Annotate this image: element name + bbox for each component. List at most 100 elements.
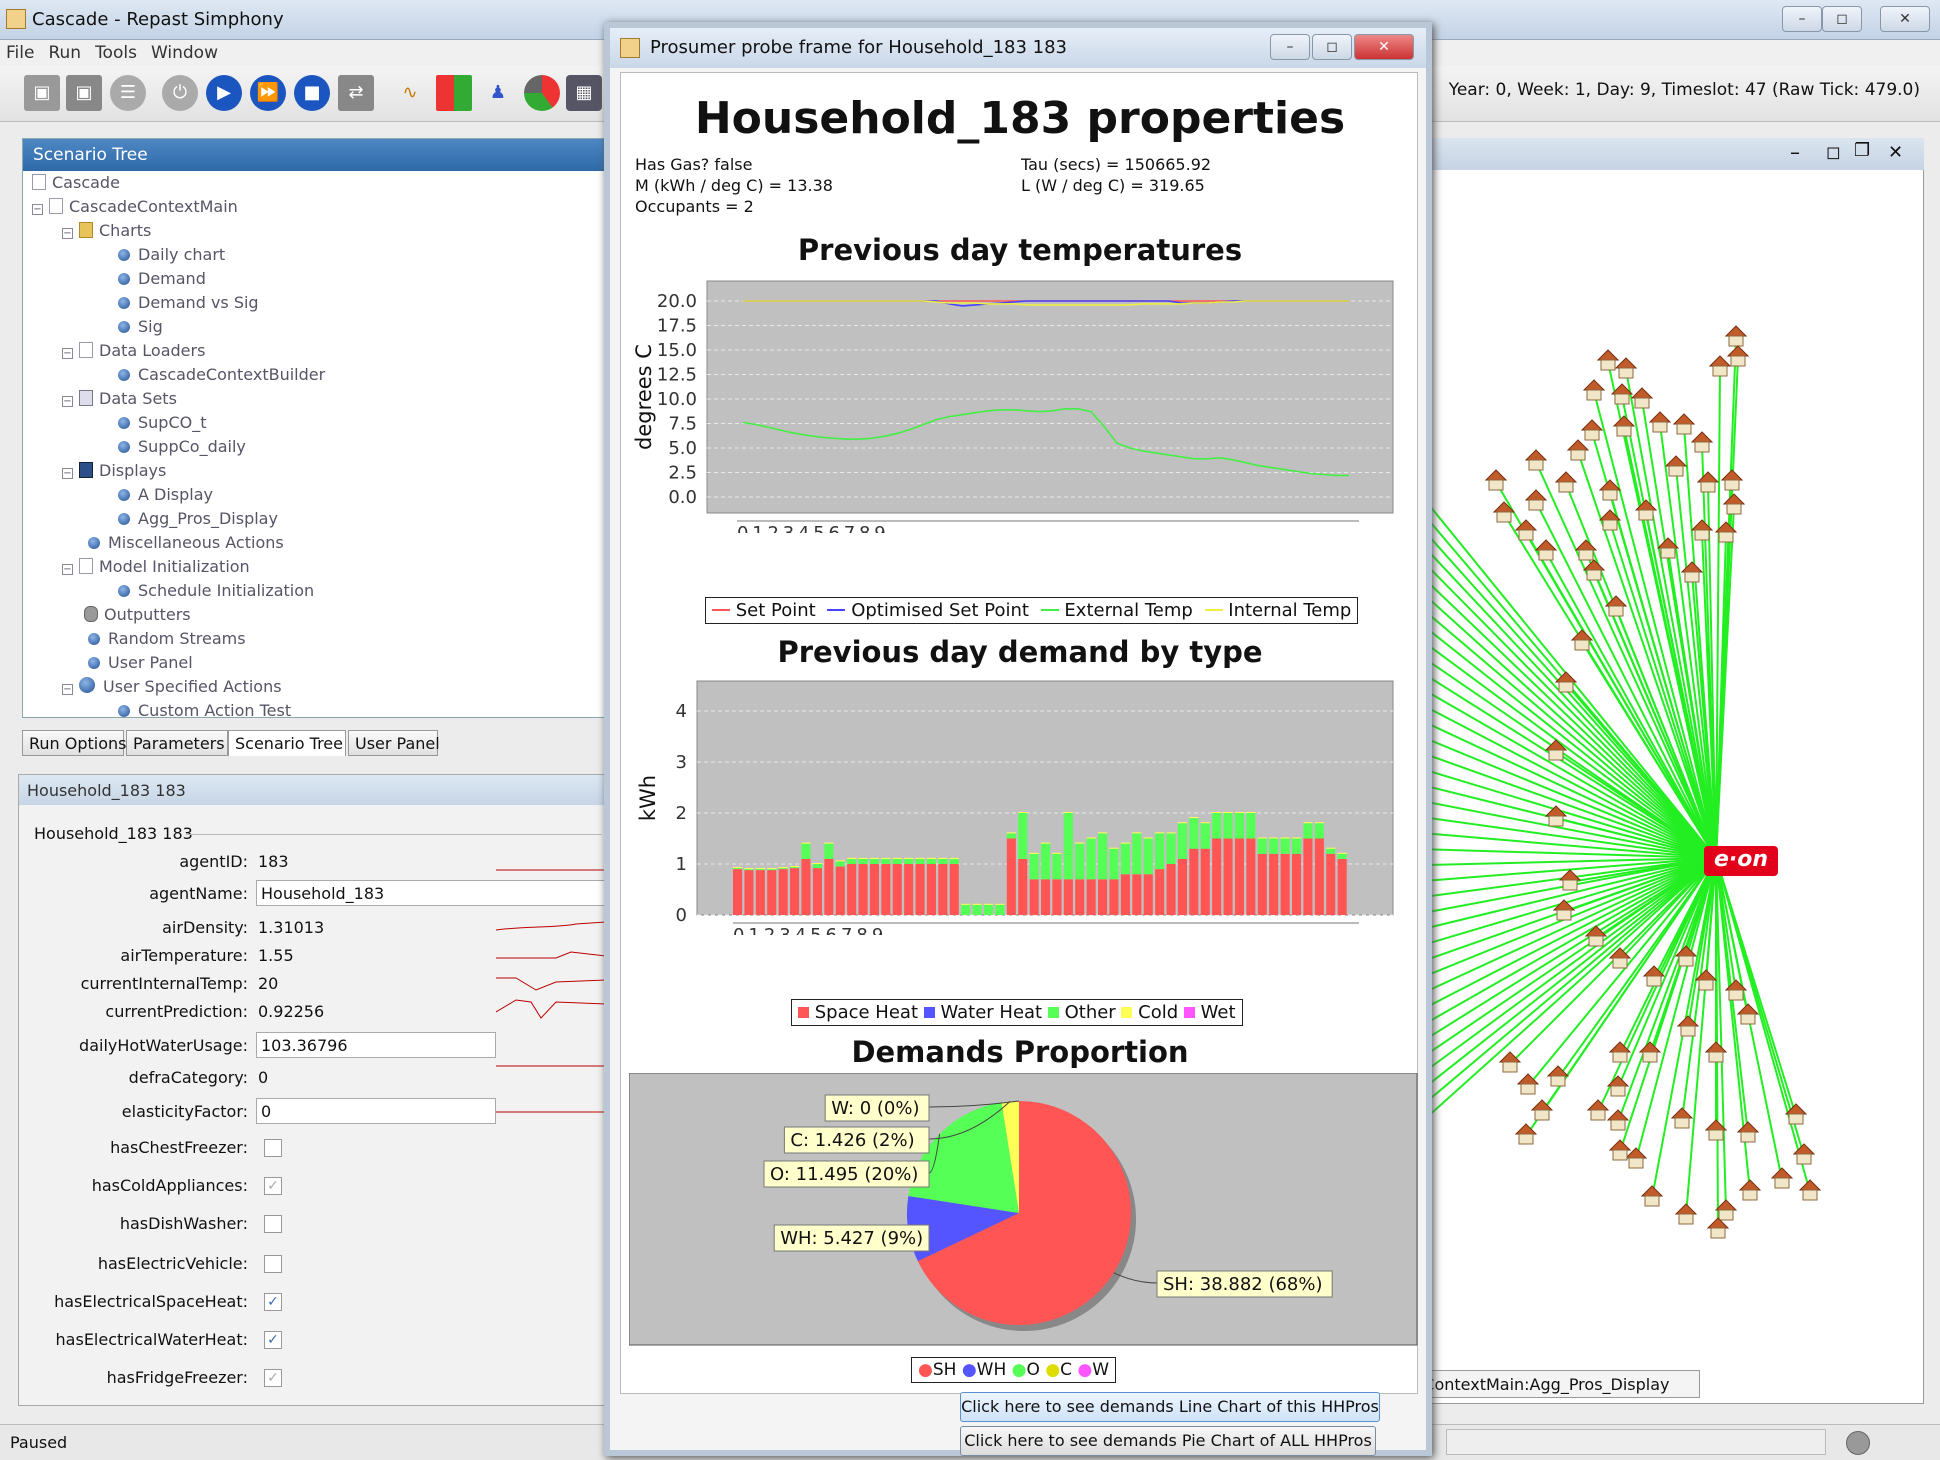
tree-item-random-streams[interactable]: Random Streams	[88, 629, 246, 648]
stop-icon[interactable]: ■	[294, 75, 330, 111]
step-icon[interactable]: ⏩	[250, 75, 286, 111]
display-tab[interactable]: leContextMain:Agg_Pros_Display	[1400, 1370, 1700, 1398]
demand-chart-title: Previous day demand by type	[777, 635, 1263, 669]
tab-parameters[interactable]: Parameters	[126, 730, 228, 756]
daily-hot-water-field[interactable]: 103.36796	[256, 1032, 496, 1058]
line-chart-button[interactable]: Click here to see demands Line Chart of …	[960, 1392, 1380, 1422]
has-chest-freezer-checkbox[interactable]	[264, 1139, 282, 1157]
tree-item-schedule-init[interactable]: Schedule Initialization	[118, 581, 314, 600]
tree-item-daily-chart[interactable]: Daily chart	[118, 245, 225, 264]
reset-icon[interactable]: ⇄	[338, 75, 374, 111]
info-tau: Tau (secs) = 150665.92	[1021, 155, 1212, 174]
maximize-icon[interactable]: ◻	[1826, 142, 1841, 163]
color-grid-icon[interactable]	[436, 75, 472, 111]
tree-item-suppco-daily[interactable]: SuppCo_daily	[118, 437, 246, 456]
menu-tools[interactable]: Tools	[89, 40, 145, 63]
legend-set-point: Set Point	[735, 600, 816, 621]
tree-item-displays[interactable]: − Displays	[62, 461, 166, 480]
tree-item-sig[interactable]: Sig	[118, 317, 163, 336]
tree-item-demand-vs-sig[interactable]: Demand vs Sig	[118, 293, 259, 312]
house-icon	[1714, 1199, 1738, 1221]
collapse-icon[interactable]: −	[62, 228, 73, 239]
bar-space-heat	[767, 870, 777, 915]
legend-swatch-ext	[1040, 609, 1059, 611]
probe-minimize-button[interactable]: –	[1270, 34, 1310, 60]
tree-item-cascade[interactable]: Cascade	[32, 173, 120, 192]
collapse-icon[interactable]: −	[32, 204, 43, 215]
collapse-icon[interactable]: −	[62, 348, 73, 359]
tree-item-a-display[interactable]: A Display	[118, 485, 213, 504]
tab-scenario-tree[interactable]: Scenario Tree	[228, 730, 346, 756]
tree-item-outputters[interactable]: Outputters	[84, 605, 191, 624]
close-button[interactable]: ✕	[1880, 6, 1930, 32]
chart-line-icon[interactable]: ∿	[392, 75, 428, 111]
bar-cold	[1086, 837, 1096, 839]
info-icon[interactable]	[1846, 1431, 1870, 1455]
pie-icon[interactable]	[524, 75, 560, 111]
probe-close-button[interactable]: ✕	[1354, 34, 1414, 60]
probe-maximize-button[interactable]: ◻	[1312, 34, 1352, 60]
tab-run-options[interactable]: Run Options	[22, 730, 127, 756]
edge	[1541, 857, 1717, 1113]
tree-item-context-builder[interactable]: CascadeContextBuilder	[118, 365, 325, 384]
save-icon[interactable]: ▣	[24, 75, 60, 111]
elasticity-factor-field[interactable]: 0	[256, 1098, 496, 1124]
tree-item-agg-pros-display[interactable]: Agg_Pros_Display	[118, 509, 278, 528]
house-icon	[1604, 595, 1628, 617]
collapse-icon[interactable]: −	[62, 468, 73, 479]
tree-item-data-loaders[interactable]: − Data Loaders	[62, 341, 205, 360]
minimize-button[interactable]: –	[1782, 6, 1822, 32]
bar-cold	[1292, 837, 1302, 839]
tree-item-data-sets[interactable]: − Data Sets	[62, 389, 177, 408]
maximize-button[interactable]: ◻	[1822, 6, 1862, 32]
menu-run[interactable]: Run	[42, 40, 89, 63]
agents-icon[interactable]: ♟	[480, 75, 516, 111]
collapse-icon[interactable]: −	[62, 564, 73, 575]
collapse-icon[interactable]: −	[62, 684, 73, 695]
has-electric-vehicle-checkbox[interactable]	[264, 1255, 282, 1273]
save-as-icon[interactable]: ▣	[66, 75, 102, 111]
bar-other	[767, 869, 777, 871]
bar-other	[858, 858, 868, 864]
has-dish-washer-checkbox[interactable]	[264, 1215, 282, 1233]
power-icon[interactable]: ⏻	[162, 75, 198, 111]
restore-icon[interactable]: ❐	[1854, 140, 1870, 161]
bar-cold	[1269, 837, 1279, 839]
tab-user-panel[interactable]: User Panel	[348, 730, 440, 756]
tree-item-demand[interactable]: Demand	[118, 269, 206, 288]
has-fridge-freezer-checkbox[interactable]: ✓	[264, 1369, 282, 1387]
collapse-icon[interactable]: −	[62, 396, 73, 407]
tree-item-supco-t[interactable]: SupCO_t	[118, 413, 207, 432]
minimize-icon[interactable]: –	[1790, 140, 1800, 164]
bar-other	[892, 858, 902, 864]
info-has-gas: Has Gas? false	[635, 155, 753, 174]
database-icon[interactable]: ☰	[110, 75, 146, 111]
bar-cold	[892, 857, 902, 859]
tree-item-custom-action[interactable]: Custom Action Test	[118, 701, 291, 720]
has-electrical-water-heat-checkbox[interactable]: ✓	[264, 1331, 282, 1349]
close-icon[interactable]: ✕	[1888, 142, 1903, 163]
house-wall	[1694, 529, 1710, 541]
play-icon[interactable]: ▶	[206, 75, 242, 111]
tree-item-model-init[interactable]: − Model Initialization	[62, 557, 250, 576]
tree-item-user-actions[interactable]: − User Specified Actions	[62, 677, 282, 696]
tree-item-misc-actions[interactable]: Miscellaneous Actions	[88, 533, 284, 552]
house-wall	[1642, 1051, 1658, 1063]
tree-item-context[interactable]: − CascadeContextMain	[32, 197, 238, 216]
pie-chart-all-button[interactable]: Click here to see demands Pie Chart of A…	[960, 1426, 1376, 1456]
tree-item-charts[interactable]: − Charts	[62, 221, 151, 240]
label-wh: WH: 5.427 (9%)	[780, 1228, 923, 1249]
tree-item-user-panel[interactable]: User Panel	[88, 653, 193, 672]
y-tick-label: 1	[676, 854, 687, 875]
has-electrical-space-heat-checkbox[interactable]: ✓	[264, 1293, 282, 1311]
node-icon	[118, 249, 130, 261]
bar-cold	[1280, 837, 1290, 839]
bar-space-heat	[1052, 879, 1062, 915]
menu-file[interactable]: File	[0, 40, 42, 63]
house-wall	[1740, 1013, 1756, 1025]
bar-cold	[1337, 852, 1347, 854]
calculator-icon[interactable]: ▦	[566, 75, 602, 111]
house-icon	[1694, 969, 1718, 991]
menu-window[interactable]: Window	[145, 40, 226, 63]
has-cold-appliances-checkbox[interactable]: ✓	[264, 1177, 282, 1195]
